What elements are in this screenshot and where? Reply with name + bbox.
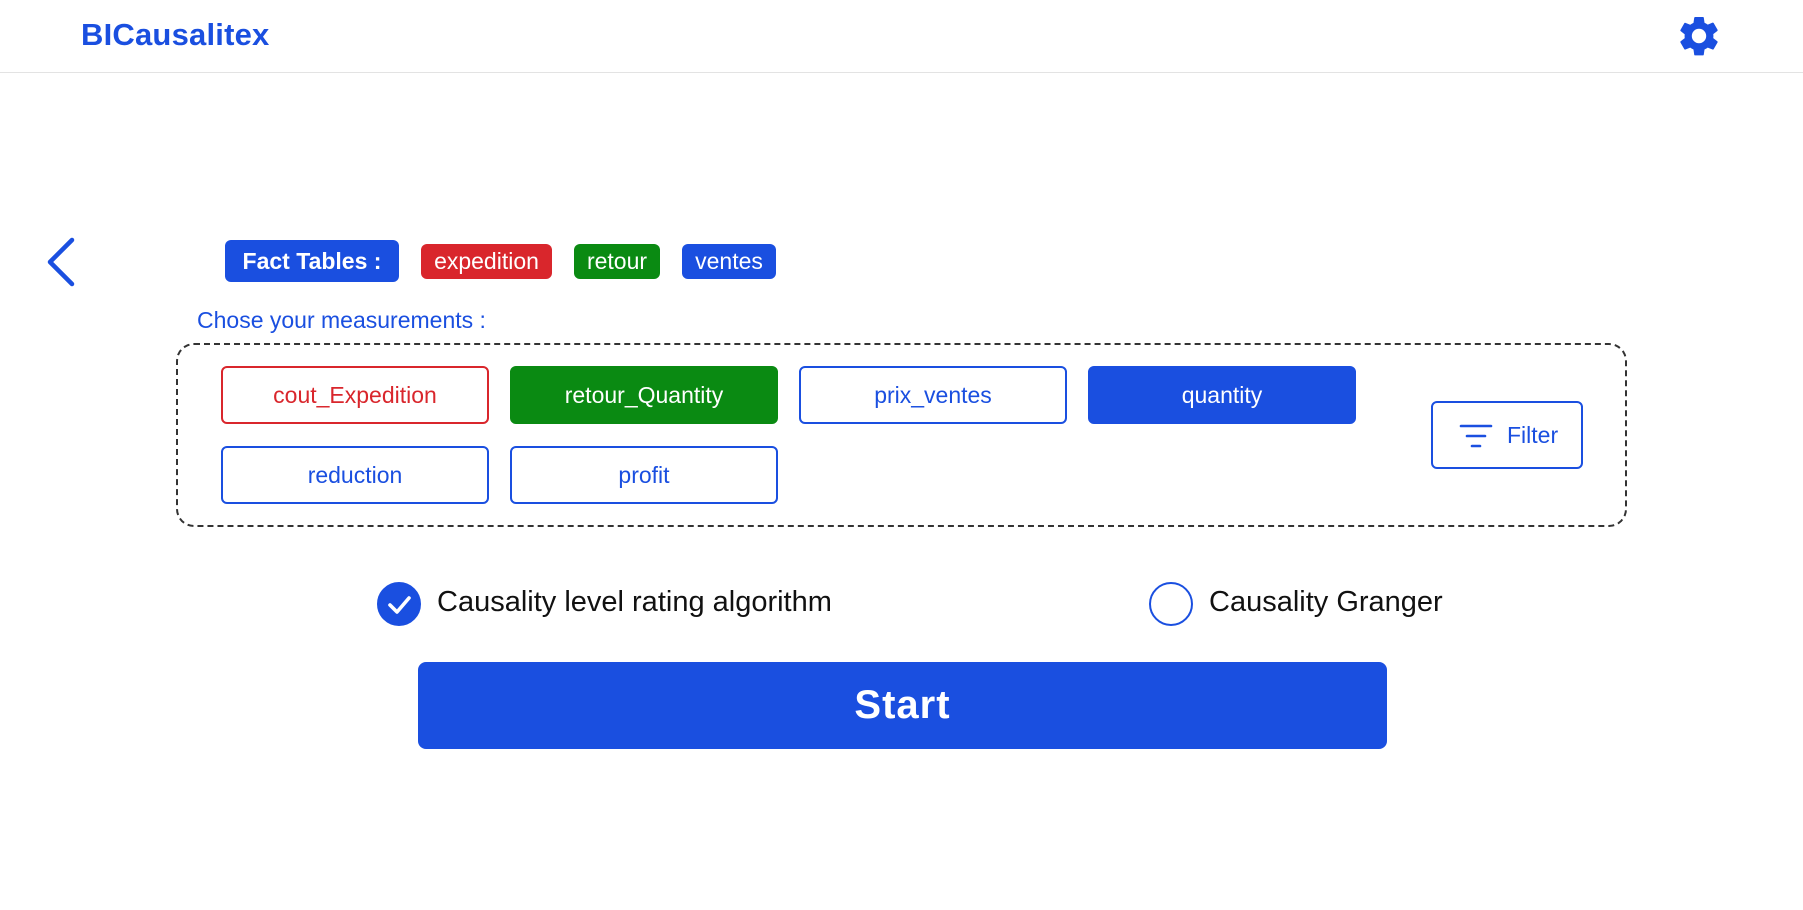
filter-button[interactable]: Filter — [1431, 401, 1583, 469]
measurements-prompt: Chose your measurements : — [197, 307, 486, 333]
filter-icon — [1459, 424, 1493, 448]
check-icon — [388, 596, 411, 614]
measure-cout-expedition[interactable]: cout_Expedition — [221, 366, 489, 424]
fact-table-expedition[interactable]: expedition — [421, 244, 552, 279]
radio-checked-icon[interactable] — [377, 582, 421, 626]
back-button[interactable] — [40, 232, 80, 292]
measure-profit[interactable]: profit — [510, 446, 778, 504]
fact-table-retour[interactable]: retour — [574, 244, 660, 279]
algo-label: Causality Granger — [1209, 586, 1443, 618]
fact-tables-label: Fact Tables : — [225, 240, 399, 282]
top-bar: BICausalitex — [0, 0, 1803, 73]
measure-retour-quantity[interactable]: retour_Quantity — [510, 366, 778, 424]
fact-table-ventes[interactable]: ventes — [682, 244, 776, 279]
measure-prix-ventes[interactable]: prix_ventes — [799, 366, 1067, 424]
measure-quantity[interactable]: quantity — [1088, 366, 1356, 424]
app-title: BICausalitex — [81, 17, 270, 52]
algo-label: Causality level rating algorithm — [437, 586, 832, 618]
chevron-left-icon — [47, 237, 75, 287]
radio-unchecked-icon[interactable] — [1149, 582, 1193, 626]
measure-reduction[interactable]: reduction — [221, 446, 489, 504]
gear-icon[interactable] — [1675, 12, 1723, 60]
start-button[interactable]: Start — [418, 662, 1387, 749]
filter-label: Filter — [1507, 422, 1559, 448]
